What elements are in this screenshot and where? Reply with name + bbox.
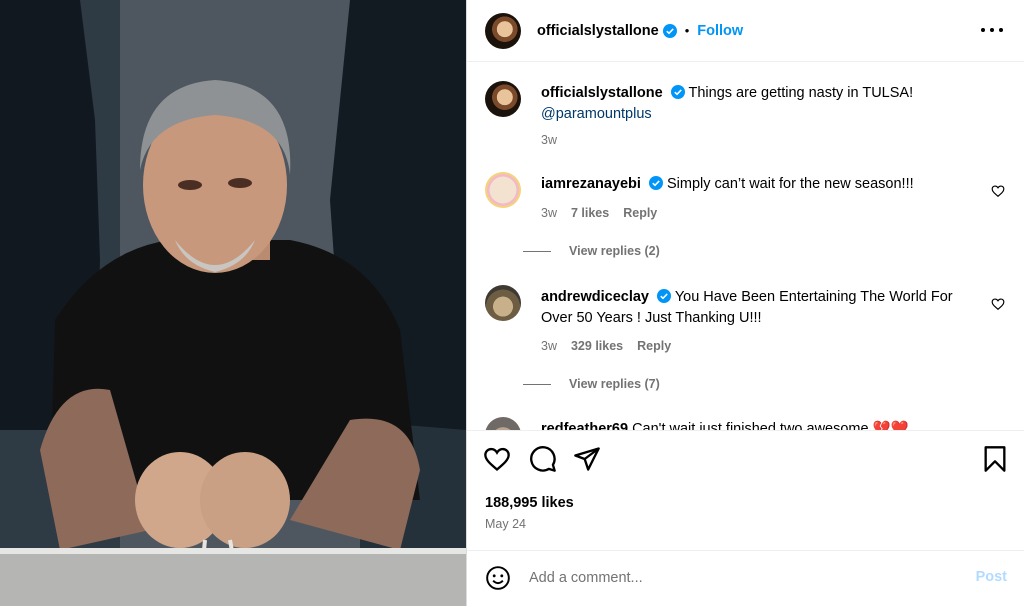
comment-like-heart-icon[interactable] <box>991 297 1005 311</box>
share-icon[interactable] <box>573 445 601 473</box>
caption-meta: 3w <box>541 133 557 147</box>
replies-divider <box>523 383 551 385</box>
comment-username[interactable]: redfeather69 <box>541 421 628 430</box>
replies-divider <box>523 250 551 252</box>
post-date: May 24 <box>485 517 526 531</box>
author-username[interactable]: officialslystallone <box>537 23 659 39</box>
caption-username[interactable]: officialslystallone <box>541 85 663 101</box>
verified-badge-icon <box>662 23 677 38</box>
comment-icon[interactable] <box>529 445 557 473</box>
comment-like-heart-icon[interactable] <box>991 184 1005 198</box>
comment-meta: 3w 7 likes Reply <box>541 206 657 220</box>
post-photo[interactable] <box>0 0 466 606</box>
comment-body: redfeather69 Can't wait just finished tw… <box>541 419 965 430</box>
view-replies-button[interactable]: View replies (2) <box>523 244 660 258</box>
commenter-avatar[interactable] <box>485 285 521 321</box>
verified-badge-icon <box>648 176 663 190</box>
comments-list[interactable]: officialslystallone Things are getting n… <box>467 63 1024 430</box>
emoji-icon[interactable] <box>485 565 511 591</box>
reply-button[interactable]: Reply <box>637 339 671 353</box>
comment-text: Simply can’t wait for the new season!!! <box>667 176 914 192</box>
post-actions: 188,995 likes May 24 <box>467 430 1024 570</box>
comment-likes[interactable]: 7 likes <box>571 206 609 220</box>
author-avatar[interactable] <box>485 81 521 117</box>
view-replies-label: View replies (2) <box>569 244 660 258</box>
caption-mention-link[interactable]: @paramountplus <box>541 106 652 122</box>
comment-age: 3w <box>541 339 557 353</box>
caption-text: Things are getting nasty in TULSA! <box>688 85 914 101</box>
commenter-avatar[interactable] <box>485 172 521 208</box>
author-avatar[interactable] <box>485 12 521 49</box>
bookmark-icon[interactable] <box>981 445 1009 473</box>
verified-badge-icon <box>670 85 685 99</box>
post-comment-button[interactable]: Post <box>976 569 1007 585</box>
comment-age: 3w <box>541 206 557 220</box>
caption-body: officialslystallone Things are getting n… <box>541 83 965 125</box>
follow-button[interactable]: Follow <box>697 23 743 39</box>
comment-meta: 3w 329 likes Reply <box>541 339 671 353</box>
comment-composer: Post <box>467 550 1024 606</box>
comment-text: Can't wait just finished two awesome 💔❤️ <box>632 421 909 430</box>
post-photo-illustration <box>0 0 466 606</box>
like-heart-icon[interactable] <box>483 445 511 473</box>
post-viewer: officialslystallone • Follow officialsly… <box>0 0 1024 606</box>
view-replies-button[interactable]: View replies (7) <box>523 377 660 391</box>
commenter-avatar[interactable] <box>485 417 521 430</box>
separator-dot: • <box>684 23 690 38</box>
comment-input[interactable] <box>529 563 949 593</box>
likes-count[interactable]: 188,995 likes <box>485 495 574 511</box>
comment-body: iamrezanayebi Simply can’t wait for the … <box>541 174 965 195</box>
comment-username[interactable]: iamrezanayebi <box>541 176 641 192</box>
view-replies-label: View replies (7) <box>569 377 660 391</box>
author-info: officialslystallone • Follow <box>537 23 743 39</box>
more-options-icon[interactable] <box>981 20 1003 40</box>
post-details-panel: officialslystallone • Follow officialsly… <box>466 0 1024 606</box>
comment-likes[interactable]: 329 likes <box>571 339 623 353</box>
caption-age: 3w <box>541 133 557 147</box>
comment-body: andrewdiceclay You Have Been Entertainin… <box>541 287 965 329</box>
comment-username[interactable]: andrewdiceclay <box>541 289 649 305</box>
reply-button[interactable]: Reply <box>623 206 657 220</box>
post-header: officialslystallone • Follow <box>467 0 1024 62</box>
verified-badge-icon <box>657 289 672 303</box>
